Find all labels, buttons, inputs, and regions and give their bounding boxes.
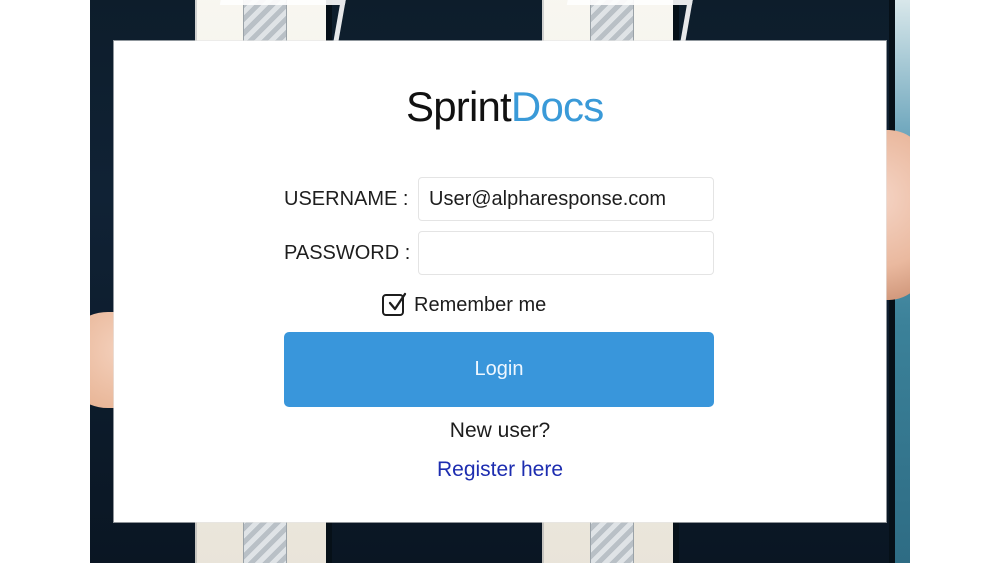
remember-me-label: Remember me <box>414 293 547 316</box>
remember-me-row[interactable]: Remember me <box>382 288 546 322</box>
login-card: SprintDocs USERNAME : PASSWORD : Remembe… <box>114 41 886 522</box>
sprintdocs-logo: SprintDocs <box>406 81 604 133</box>
register-here-link[interactable]: Register here <box>114 455 886 485</box>
username-input[interactable] <box>418 177 714 221</box>
username-label: USERNAME : <box>284 188 409 210</box>
remember-me-checkbox[interactable] <box>382 292 407 316</box>
password-label: PASSWORD : <box>284 242 411 264</box>
password-input[interactable] <box>418 231 714 275</box>
login-button[interactable]: Login <box>284 332 714 407</box>
login-screen: SprintDocs USERNAME : PASSWORD : Remembe… <box>0 0 1000 563</box>
new-user-text: New user? <box>449 419 551 442</box>
check-icon <box>388 292 407 311</box>
logo-sprint-text: Sprint <box>406 83 512 130</box>
logo-docs-text: Docs <box>510 83 604 130</box>
